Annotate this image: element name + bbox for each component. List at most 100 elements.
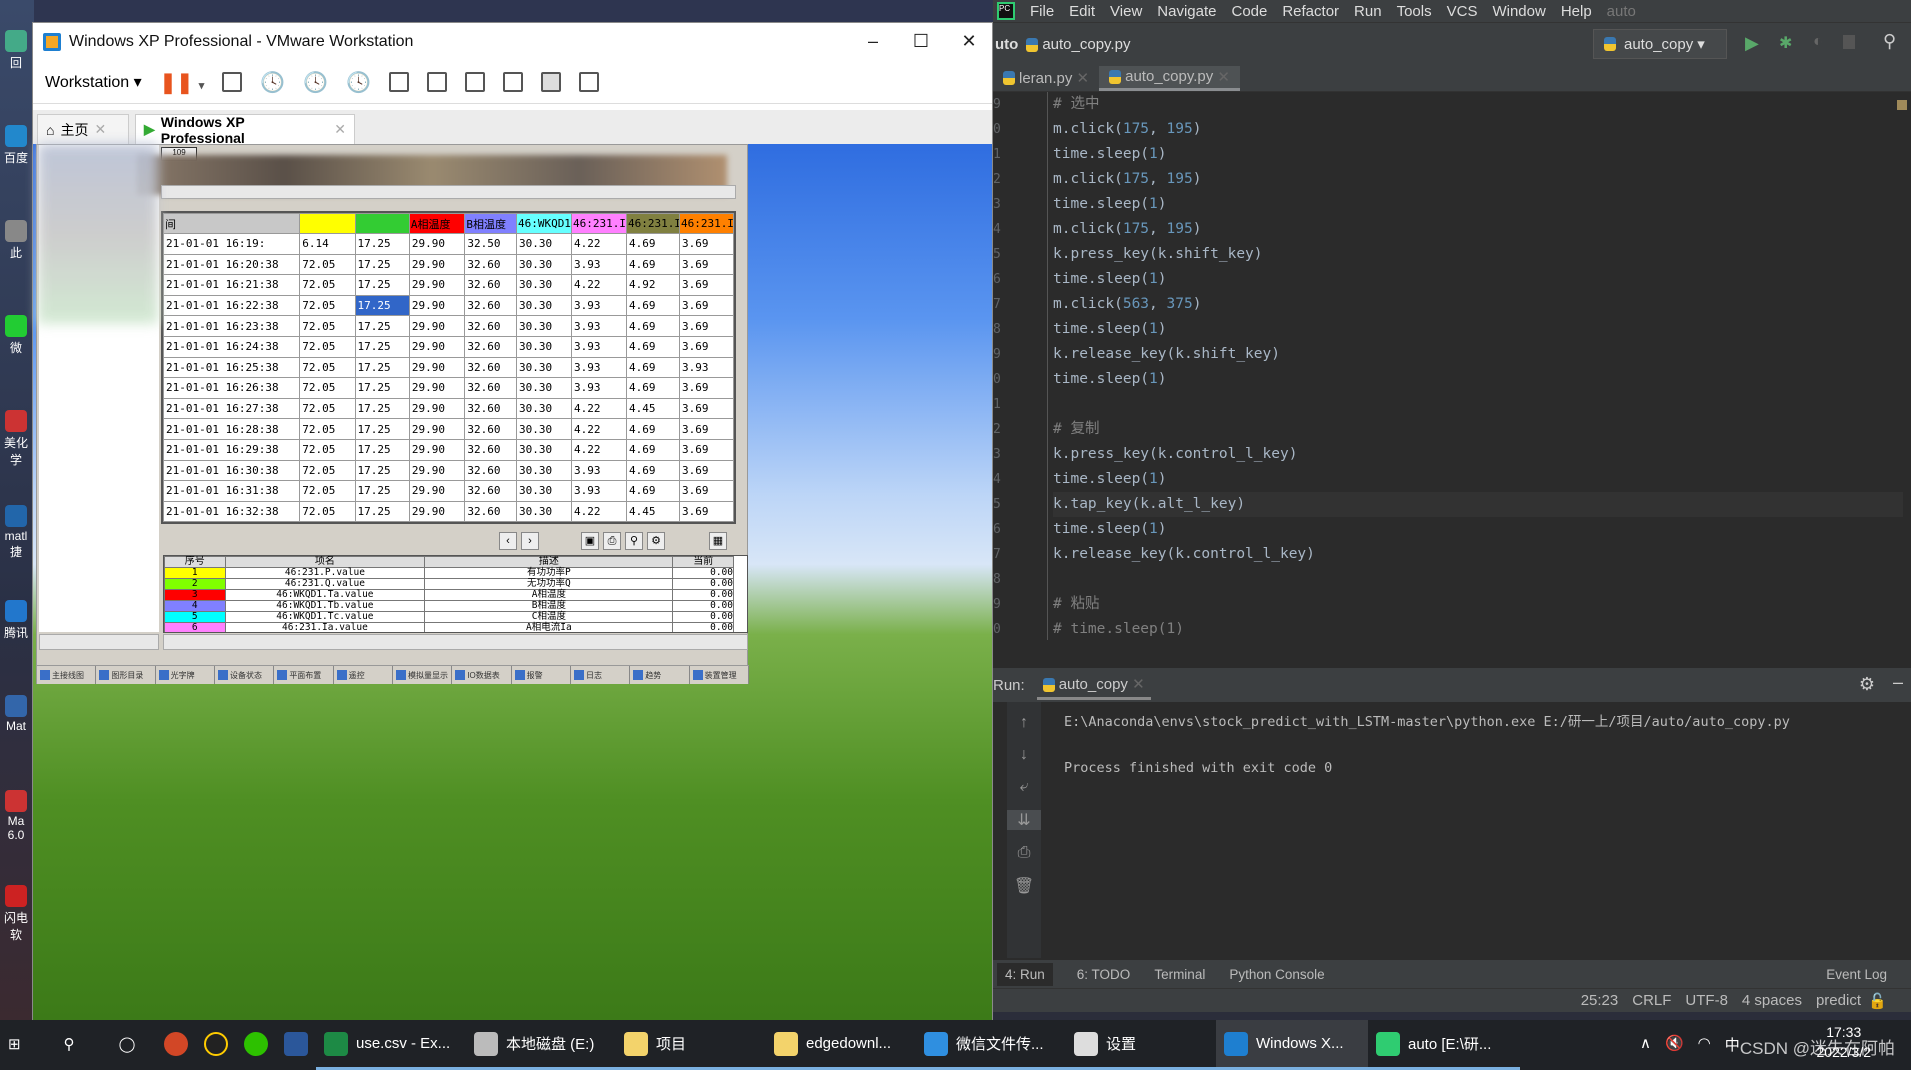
table-row[interactable]: 21-01-01 16:22:38 72.05 17.25 29.90 32.60 30.… xyxy=(163,294,734,317)
desktop-icon[interactable]: Mat xyxy=(2,695,30,733)
table-cell[interactable]: 72.05 xyxy=(299,253,356,276)
table-cell[interactable]: 3.93 xyxy=(570,315,627,337)
table-cell[interactable]: 21-01-01 16:19: xyxy=(163,233,301,255)
menu-help[interactable]: Help xyxy=(1561,3,1592,20)
table-cell[interactable]: 21-01-01 16:23:38 xyxy=(163,315,301,337)
code-line[interactable]: k.press_key(k.shift_key) xyxy=(1053,242,1263,267)
word-icon[interactable] xyxy=(276,1020,316,1070)
revert-snapshot-icon[interactable]: 🕓 xyxy=(303,70,328,95)
table-cell[interactable]: 4.69 xyxy=(625,315,680,337)
table-cell[interactable]: 29.90 xyxy=(408,233,466,255)
table-cell[interactable]: 3.69 xyxy=(678,459,734,482)
table-cell[interactable]: 21-01-01 16:31:38 xyxy=(163,480,301,502)
table-cell[interactable]: 3.69 xyxy=(678,480,734,502)
column-header[interactable]: B相温度 xyxy=(464,213,517,234)
code-editor[interactable]: 9 # 选中 0 m.click(175, 195) 1 time.sleep(1) 2 m.… xyxy=(993,92,1911,640)
desktop-icon[interactable]: 闪电 软 xyxy=(2,885,30,943)
table-cell[interactable]: 21-01-01 16:22:38 xyxy=(163,294,301,317)
table-cell[interactable]: 4.22 xyxy=(570,418,627,440)
list-column-header[interactable]: 描述 xyxy=(424,556,674,568)
column-header[interactable]: 46:231.Ic. xyxy=(678,213,734,234)
table-cell[interactable]: 4.69 xyxy=(625,480,680,502)
table-cell[interactable]: 30.30 xyxy=(515,459,572,482)
menu-code[interactable]: Code xyxy=(1231,3,1267,20)
thumbnail-bar-icon[interactable] xyxy=(427,72,447,92)
table-cell[interactable]: 21-01-01 16:27:38 xyxy=(163,397,301,420)
table-cell[interactable]: 17.25 xyxy=(354,397,410,420)
code-line[interactable]: time.sleep(1) xyxy=(1053,142,1167,167)
table-cell[interactable]: 32.60 xyxy=(464,356,517,379)
code-line[interactable]: k.tap_key(k.alt_l_key) xyxy=(1053,492,1903,517)
view-tab[interactable]: 报警 xyxy=(512,666,571,684)
code-line[interactable]: time.sleep(1) xyxy=(1053,267,1167,292)
table-cell[interactable]: 30.30 xyxy=(515,356,572,379)
unity-icon[interactable] xyxy=(503,72,523,92)
table-cell[interactable]: 17.25 xyxy=(354,274,410,296)
table-cell[interactable]: 29.90 xyxy=(408,438,466,461)
tool-tab-run[interactable]: 4: Run xyxy=(997,962,1053,986)
code-line[interactable]: time.sleep(1) xyxy=(1053,192,1167,217)
table-row[interactable]: 21-01-01 16:24:38 72.05 17.25 29.90 32.60 30.… xyxy=(163,335,734,358)
manage-snapshots-icon[interactable]: 🕓 xyxy=(346,70,371,95)
list-column-header[interactable]: 序号 xyxy=(164,556,226,568)
table-cell[interactable]: 4.22 xyxy=(570,233,627,255)
table-cell[interactable]: 32.60 xyxy=(464,274,517,296)
close-tab-icon[interactable]: ✕ xyxy=(94,121,106,138)
list-column-header[interactable]: 项名 xyxy=(224,556,426,568)
table-cell[interactable]: 72.05 xyxy=(299,356,356,379)
table-row[interactable]: 21-01-01 16:28:38 72.05 17.25 29.90 32.60 30.… xyxy=(163,418,734,440)
list-item[interactable]: 2 46:231.Q.value 无功功率Q 0.00 xyxy=(164,578,734,590)
table-cell[interactable]: 6.14 xyxy=(299,233,356,255)
code-line[interactable]: time.sleep(1) xyxy=(1053,317,1167,342)
up-arrow-icon[interactable]: ↑ xyxy=(1007,714,1041,732)
search-icon[interactable]: ⚲ xyxy=(40,1020,98,1070)
table-cell[interactable]: 17.25 xyxy=(354,356,410,379)
table-row[interactable]: 21-01-01 16:20:38 72.05 17.25 29.90 32.60 30.… xyxy=(163,253,734,276)
print-icon[interactable]: ⎙ xyxy=(603,532,621,550)
table-cell[interactable]: 72.05 xyxy=(299,315,356,337)
table-cell[interactable]: 4.69 xyxy=(625,377,680,399)
table-cell[interactable]: 72.05 xyxy=(299,397,356,420)
table-cell[interactable]: 30.30 xyxy=(515,294,572,317)
table-row[interactable]: 21-01-01 16:27:38 72.05 17.25 29.90 32.60 30.… xyxy=(163,397,734,420)
code-line[interactable]: # time.sleep(1) xyxy=(1053,617,1184,640)
table-cell[interactable]: 29.90 xyxy=(408,480,466,502)
table-cell[interactable]: 72.05 xyxy=(299,459,356,482)
table-row[interactable]: 21-01-01 16:23:38 72.05 17.25 29.90 32.60 30.… xyxy=(163,315,734,337)
zoom-icon[interactable]: ⚲ xyxy=(625,532,643,550)
code-line[interactable]: # 选中 xyxy=(1053,92,1099,117)
save-icon[interactable]: ▣ xyxy=(581,532,599,550)
table-cell[interactable]: 29.90 xyxy=(408,459,466,482)
tool-tab-todo[interactable]: 6: TODO xyxy=(1077,967,1131,982)
library-view-icon[interactable] xyxy=(389,72,409,92)
table-cell[interactable]: 4.69 xyxy=(625,438,680,461)
view-tab[interactable]: 装置管理 xyxy=(690,666,749,684)
view-tab[interactable]: 趋势 xyxy=(630,666,690,684)
table-cell[interactable]: 3.69 xyxy=(678,274,734,296)
console-view-icon[interactable] xyxy=(541,72,561,92)
code-line[interactable]: time.sleep(1) xyxy=(1053,467,1167,492)
table-cell[interactable]: 32.60 xyxy=(464,459,517,482)
table-cell[interactable]: 72.05 xyxy=(299,377,356,399)
table-cell[interactable]: 4.45 xyxy=(625,397,680,420)
table-cell[interactable]: 32.60 xyxy=(464,335,517,358)
table-cell[interactable]: 4.22 xyxy=(570,438,627,461)
table-cell[interactable]: 21-01-01 16:28:38 xyxy=(163,418,301,440)
table-cell[interactable]: 3.93 xyxy=(678,356,734,379)
table-cell[interactable]: 3.93 xyxy=(570,294,627,317)
table-cell[interactable]: 21-01-01 16:24:38 xyxy=(163,335,301,358)
indent-setting[interactable]: 4 spaces xyxy=(1742,992,1802,1009)
table-cell[interactable]: 3.69 xyxy=(678,397,734,420)
tab-windows-xp[interactable]: ▶ Windows XP Professional ✕ xyxy=(135,114,355,146)
view-tab[interactable]: 主接线图 xyxy=(37,666,97,684)
table-cell[interactable]: 3.69 xyxy=(678,253,734,276)
table-row[interactable]: 21-01-01 16:21:38 72.05 17.25 29.90 32.60 30.… xyxy=(163,274,734,296)
table-cell[interactable]: 72.05 xyxy=(299,500,356,522)
task-view-icon[interactable]: ◯ xyxy=(98,1020,156,1070)
column-header[interactable] xyxy=(354,213,410,234)
code-line[interactable]: m.click(175, 195) xyxy=(1053,217,1201,242)
column-header[interactable]: 46:231.Ia. xyxy=(570,213,627,234)
tab-leran-py[interactable]: leran.py ✕ xyxy=(993,65,1099,91)
code-line[interactable]: k.release_key(k.control_l_key) xyxy=(1053,542,1315,567)
run-config-dropdown[interactable]: auto_copy ▾ xyxy=(1593,29,1727,59)
